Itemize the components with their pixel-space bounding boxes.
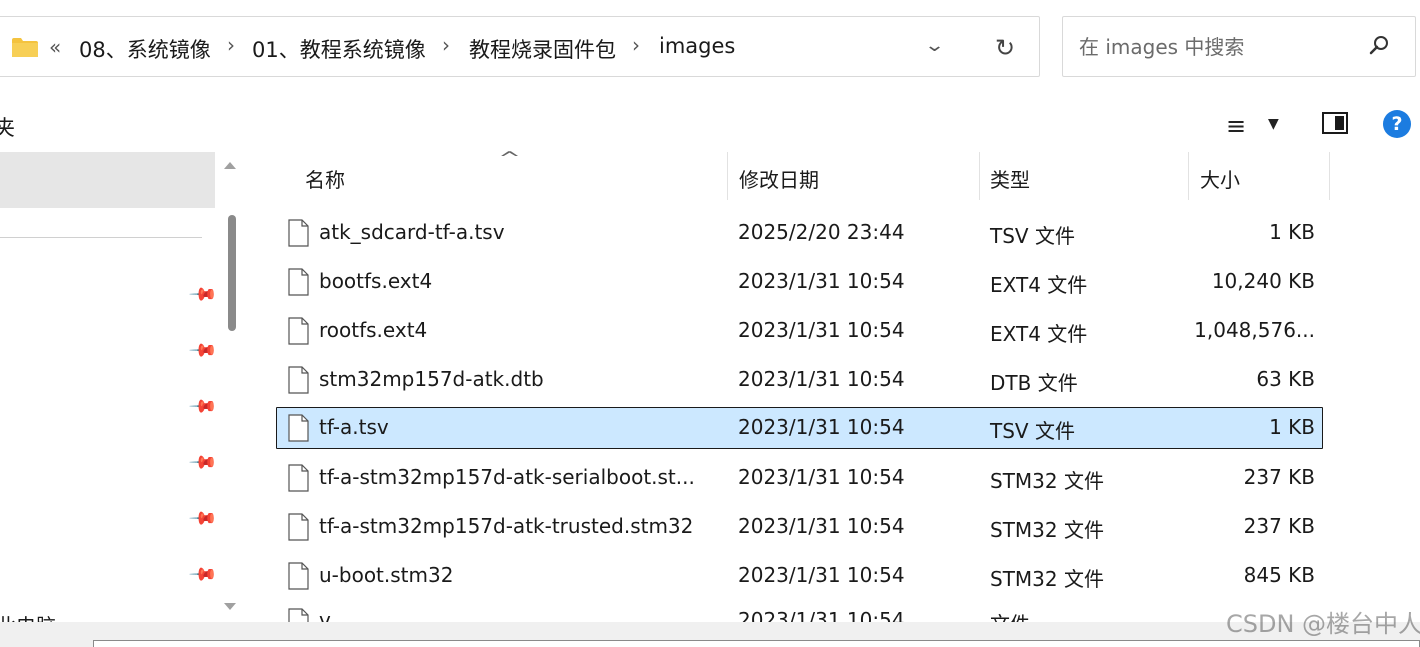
file-date: 2023/1/31 10:54 <box>738 608 905 622</box>
navigation-pane <box>0 152 246 622</box>
breadcrumb-item[interactable]: 教程烧录固件包 <box>469 34 616 64</box>
column-header-type[interactable]: 类型 <box>990 164 1030 193</box>
file-type: STM32 文件 <box>990 567 1104 591</box>
breadcrumb-separator-icon[interactable]: › <box>632 33 640 57</box>
file-date: 2023/1/31 10:54 <box>738 318 905 342</box>
file-name: stm32mp157d-atk.dtb <box>319 367 544 391</box>
file-name: atk_sdcard-tf-a.tsv <box>319 220 505 244</box>
column-divider[interactable] <box>1329 152 1330 200</box>
file-date: 2023/1/31 10:54 <box>738 514 905 538</box>
column-divider[interactable] <box>1188 152 1189 200</box>
file-date: 2023/1/31 10:54 <box>738 269 905 293</box>
file-size: 1,048,576... <box>1194 318 1315 342</box>
address-bar[interactable]: « 08、系统镜像 › 01、教程系统镜像 › 教程烧录固件包 › images… <box>0 16 1040 77</box>
overflow-crumbs-icon[interactable]: « <box>49 35 61 59</box>
file-date: 2023/1/31 10:54 <box>738 465 905 489</box>
breadcrumb-separator-icon[interactable]: › <box>227 33 235 57</box>
file-row[interactable]: stm32mp157d-atk.dtb 2023/1/31 10:54 DTB … <box>276 359 1323 401</box>
file-name: rootfs.ext4 <box>319 318 428 342</box>
file-name: bootfs.ext4 <box>319 269 433 293</box>
file-name: tf-a.tsv <box>319 415 389 439</box>
file-size: 1 KB <box>1269 220 1315 244</box>
file-size: 237 KB <box>1243 465 1315 489</box>
search-input[interactable] <box>1079 31 1359 63</box>
file-icon <box>288 268 309 296</box>
nav-pane-header: 夹 <box>0 116 15 140</box>
file-name: u-boot.stm32 <box>319 563 454 587</box>
breadcrumb-item-current[interactable]: images <box>659 34 735 58</box>
sort-ascending-icon: ^ <box>498 148 521 169</box>
file-type: EXT4 文件 <box>990 273 1088 297</box>
column-divider[interactable] <box>979 152 980 200</box>
search-icon[interactable] <box>1368 34 1392 58</box>
scroll-down-arrow-icon[interactable] <box>224 603 236 610</box>
file-size: 845 KB <box>1243 563 1315 587</box>
file-date: 2023/1/31 10:54 <box>738 563 905 587</box>
file-row[interactable]: tf-a-stm32mp157d-atk-serialboot.st... 20… <box>276 457 1323 499</box>
file-date: 2025/2/20 23:44 <box>738 220 905 244</box>
nav-scrollbar-thumb[interactable] <box>228 215 236 331</box>
column-header-date[interactable]: 修改日期 <box>739 164 819 193</box>
breadcrumb-separator-icon[interactable]: › <box>442 33 450 57</box>
file-type: STM32 文件 <box>990 518 1104 542</box>
file-name-field[interactable] <box>93 640 1420 647</box>
file-size: 63 KB <box>1256 367 1315 391</box>
file-icon <box>288 219 309 247</box>
file-type: STM32 文件 <box>990 469 1104 493</box>
nav-item-selected[interactable] <box>0 152 215 208</box>
file-icon <box>288 464 309 492</box>
file-type: TSV 文件 <box>990 419 1075 443</box>
file-icon <box>288 513 309 541</box>
file-date: 2023/1/31 10:54 <box>738 415 905 439</box>
breadcrumb-item[interactable]: 01、教程系统镜像 <box>252 34 426 64</box>
file-icon <box>288 562 309 590</box>
file-icon <box>288 317 309 345</box>
file-icon <box>288 366 309 394</box>
column-header-size[interactable]: 大小 <box>1200 164 1240 193</box>
breadcrumb-item[interactable]: 08、系统镜像 <box>79 34 211 64</box>
file-size: 237 KB <box>1243 514 1315 538</box>
file-size: 10,240 KB <box>1211 269 1315 293</box>
file-row-selected[interactable]: tf-a.tsv 2023/1/31 10:54 TSV 文件 1 KB <box>276 407 1323 449</box>
file-date: 2023/1/31 10:54 <box>738 367 905 391</box>
file-type: DTB 文件 <box>990 371 1078 395</box>
column-header-name[interactable]: 名称 <box>305 164 345 193</box>
file-type: 文件 <box>990 608 1030 622</box>
watermark: CSDN @楼台中人 <box>1226 610 1420 638</box>
file-name: v <box>319 608 331 622</box>
folder-icon <box>12 38 38 57</box>
file-icon <box>288 414 309 442</box>
file-row[interactable]: u-boot.stm32 2023/1/31 10:54 STM32 文件 84… <box>276 555 1323 597</box>
file-type: TSV 文件 <box>990 224 1075 248</box>
nav-divider <box>0 237 202 238</box>
file-name: tf-a-stm32mp157d-atk-serialboot.st... <box>319 465 695 489</box>
command-bar <box>0 98 1420 150</box>
preview-pane-icon[interactable] <box>1322 112 1348 134</box>
file-name: tf-a-stm32mp157d-atk-trusted.stm32 <box>319 514 694 538</box>
file-row[interactable]: atk_sdcard-tf-a.tsv 2025/2/20 23:44 TSV … <box>276 212 1323 254</box>
file-row[interactable]: v 2023/1/31 10:54 文件 <box>276 604 1323 622</box>
file-type: EXT4 文件 <box>990 322 1088 346</box>
refresh-button[interactable]: ↻ <box>987 31 1023 65</box>
search-box[interactable] <box>1062 16 1416 77</box>
view-options-icon[interactable]: ≡ <box>1226 112 1246 140</box>
file-row[interactable]: rootfs.ext4 2023/1/31 10:54 EXT4 文件 1,04… <box>276 310 1323 352</box>
help-icon[interactable]: ? <box>1383 110 1411 138</box>
address-history-dropdown-icon[interactable]: ⌄ <box>924 35 945 56</box>
file-icon <box>288 608 309 622</box>
view-dropdown-icon[interactable]: ▼ <box>1268 116 1279 132</box>
scroll-up-arrow-icon[interactable] <box>224 162 236 169</box>
file-size: 1 KB <box>1269 415 1315 439</box>
column-divider[interactable] <box>727 152 728 200</box>
file-row[interactable]: tf-a-stm32mp157d-atk-trusted.stm32 2023/… <box>276 506 1323 548</box>
file-row[interactable]: bootfs.ext4 2023/1/31 10:54 EXT4 文件 10,2… <box>276 261 1323 303</box>
